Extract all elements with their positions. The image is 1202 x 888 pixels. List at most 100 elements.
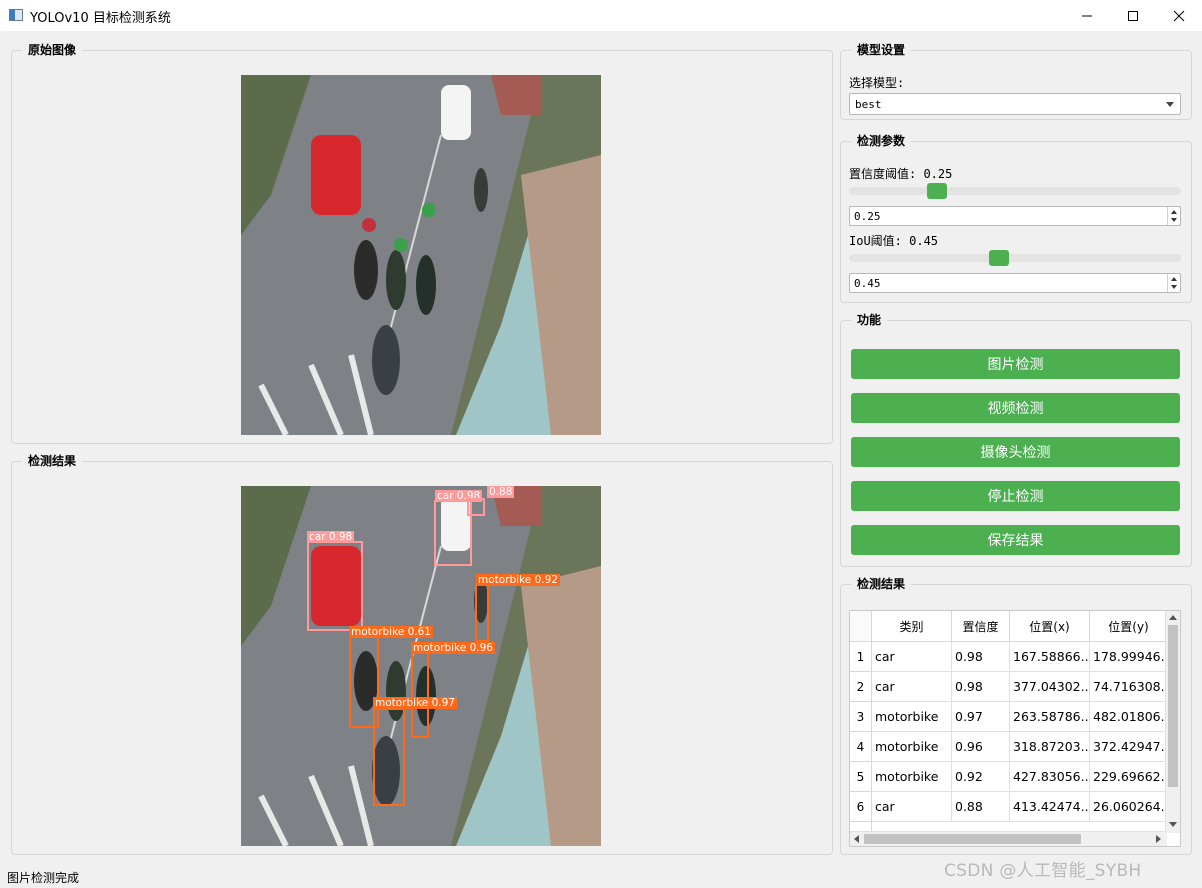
table-cell[interactable]: 167.58866...: [1010, 642, 1090, 672]
stop-detect-button[interactable]: 停止检测: [851, 481, 1180, 511]
result-image-title: 检测结果: [22, 453, 83, 469]
table-cell[interactable]: 26.060264...: [1090, 792, 1168, 822]
scroll-left-icon[interactable]: [854, 835, 859, 843]
table-corner[interactable]: [850, 611, 872, 642]
detection-box-car-3: [467, 498, 485, 516]
detection-box-motorbike-3: [411, 652, 429, 738]
window-title: YOLOv10 目标检测系统: [30, 11, 171, 26]
functions-title: 功能: [851, 312, 888, 328]
camera-detect-button[interactable]: 摄像头检测: [851, 437, 1180, 467]
minimize-button[interactable]: [1064, 0, 1110, 31]
table-cell[interactable]: 0.92: [952, 762, 1010, 792]
detection-label-motorbike-4: motorbike 0.97: [373, 697, 457, 709]
model-select[interactable]: best: [849, 93, 1181, 115]
table-cell[interactable]: 0.97: [952, 702, 1010, 732]
select-model-label: 选择模型:: [849, 76, 905, 90]
close-button[interactable]: [1156, 0, 1202, 31]
original-image: [241, 75, 601, 435]
detection-box-car-1: [307, 541, 363, 631]
arrow-up-icon[interactable]: [1171, 210, 1177, 214]
close-icon: [1173, 10, 1185, 21]
table-cell[interactable]: 0.98: [952, 642, 1010, 672]
table-cell[interactable]: 229.69662...: [1090, 762, 1168, 792]
table-cell[interactable]: 377.04302...: [1010, 672, 1090, 702]
confidence-slider[interactable]: [849, 183, 1181, 199]
horizontal-scrollbar[interactable]: [850, 831, 1167, 846]
iou-slider[interactable]: [849, 250, 1181, 266]
detection-label-car-3: 0.88: [487, 486, 515, 498]
status-text: 图片检测完成: [7, 871, 80, 885]
save-results-button[interactable]: 保存结果: [851, 525, 1180, 555]
result-image: car 0.98 car 0.98 0.88 motorbike 0.92 mo…: [241, 486, 601, 846]
video-detect-button[interactable]: 视频检测: [851, 393, 1180, 423]
street-scene-original: [241, 75, 601, 435]
scroll-up-icon[interactable]: [1169, 615, 1177, 620]
chevron-down-icon: [1166, 102, 1174, 107]
spinbox-arrows[interactable]: [1167, 274, 1180, 292]
table-cell[interactable]: 178.99946...: [1090, 642, 1168, 672]
detection-label-motorbike-3: motorbike 0.96: [411, 642, 495, 654]
row-header[interactable]: 1: [850, 642, 872, 672]
detection-params-title: 检测参数: [851, 133, 912, 149]
app-icon: [9, 9, 23, 21]
detection-box-motorbike-1: [475, 584, 489, 642]
confidence-slider-handle[interactable]: [927, 183, 947, 199]
table-cell[interactable]: motorbike: [872, 732, 952, 762]
table-cell[interactable]: 0.96: [952, 732, 1010, 762]
table-cell[interactable]: 263.58786...: [1010, 702, 1090, 732]
table-cell[interactable]: 318.87203...: [1010, 732, 1090, 762]
arrow-down-icon[interactable]: [1171, 285, 1177, 289]
watermark: CSDN @人工智能_SYBH: [944, 861, 1142, 881]
arrow-down-icon[interactable]: [1171, 218, 1177, 222]
original-image-title: 原始图像: [22, 42, 83, 58]
table-cell[interactable]: 427.83056...: [1010, 762, 1090, 792]
detection-box-motorbike-4: [373, 708, 405, 806]
minimize-icon: [1082, 15, 1092, 16]
table-cell[interactable]: 0.88: [952, 792, 1010, 822]
confidence-spinbox-value: 0.25: [854, 210, 881, 223]
vertical-scrollbar[interactable]: [1165, 611, 1180, 833]
vertical-scroll-thumb[interactable]: [1168, 625, 1178, 787]
table-cell[interactable]: car: [872, 672, 952, 702]
column-header-confidence[interactable]: 置信度: [952, 611, 1010, 642]
column-header-y[interactable]: 位置(y): [1090, 611, 1168, 642]
maximize-icon: [1128, 10, 1138, 21]
title-bar: YOLOv10 目标检测系统: [0, 0, 1202, 31]
row-header[interactable]: 3: [850, 702, 872, 732]
row-header[interactable]: 5: [850, 762, 872, 792]
horizontal-scroll-thumb[interactable]: [864, 834, 1081, 844]
image-detect-button[interactable]: 图片检测: [851, 349, 1180, 379]
table-cell[interactable]: motorbike: [872, 702, 952, 732]
scroll-right-icon[interactable]: [1156, 835, 1161, 843]
row-header[interactable]: 2: [850, 672, 872, 702]
results-table-title: 检测结果: [851, 576, 912, 592]
table-cell[interactable]: 372.42947...: [1090, 732, 1168, 762]
table-cell[interactable]: 413.42474...: [1010, 792, 1090, 822]
arrow-up-icon[interactable]: [1171, 277, 1177, 281]
iou-spinbox-value: 0.45: [854, 277, 881, 290]
results-table[interactable]: 类别 置信度 位置(x) 位置(y) 1 car 0.98 167.58866... 1…: [849, 610, 1181, 847]
iou-threshold-label: IoU阈值: 0.45: [849, 234, 939, 248]
table-cell[interactable]: motorbike: [872, 762, 952, 792]
detection-label-motorbike-1: motorbike 0.92: [476, 574, 560, 586]
confidence-spinbox[interactable]: 0.25: [849, 206, 1181, 226]
scroll-down-icon[interactable]: [1169, 822, 1177, 827]
confidence-threshold-label: 置信度阈值: 0.25: [849, 167, 953, 181]
detection-label-motorbike-2: motorbike 0.61: [349, 626, 433, 638]
table-cell[interactable]: 74.716308...: [1090, 672, 1168, 702]
model-select-value: best: [855, 98, 882, 111]
table-cell[interactable]: 482.01806...: [1090, 702, 1168, 732]
iou-spinbox[interactable]: 0.45: [849, 273, 1181, 293]
iou-slider-handle[interactable]: [989, 250, 1009, 266]
column-header-class[interactable]: 类别: [872, 611, 952, 642]
spinbox-arrows[interactable]: [1167, 207, 1180, 225]
table-cell[interactable]: car: [872, 792, 952, 822]
table-cell[interactable]: 0.98: [952, 672, 1010, 702]
column-header-x[interactable]: 位置(x): [1010, 611, 1090, 642]
model-settings-title: 模型设置: [851, 42, 912, 58]
detection-label-car-1: car 0.98: [307, 531, 355, 543]
row-header[interactable]: 4: [850, 732, 872, 762]
table-cell[interactable]: car: [872, 642, 952, 672]
row-header[interactable]: 6: [850, 792, 872, 822]
maximize-button[interactable]: [1110, 0, 1156, 31]
